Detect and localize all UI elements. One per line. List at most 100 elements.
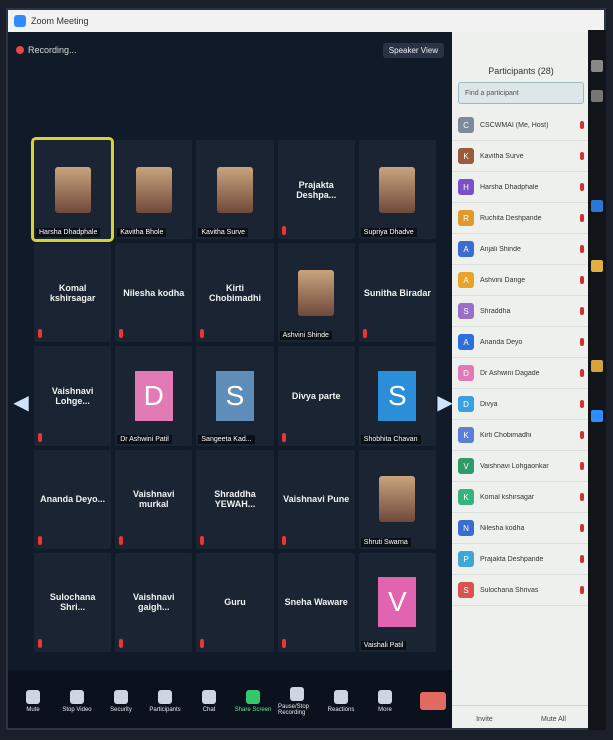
participant-row[interactable]: N Nilesha kodha <box>452 513 590 544</box>
mute-button[interactable]: Mute <box>14 689 52 713</box>
participant-row[interactable]: K Kirti Chobimadhi <box>452 420 590 451</box>
participant-tile[interactable]: Sulochana Shri... <box>34 552 112 652</box>
security-button[interactable]: Security <box>102 689 140 713</box>
participant-row[interactable]: A Ashvini Dange <box>452 265 590 296</box>
task-view-icon[interactable] <box>591 90 603 102</box>
toolbar-label: Stop Video <box>62 706 92 713</box>
participant-tile[interactable]: S Sangeeta Kad... <box>196 346 274 446</box>
avatar: A <box>458 241 474 257</box>
zoom-window: Zoom Meeting Recording... Speaker View ◀… <box>6 8 606 730</box>
participant-tile[interactable]: V Vaishali Patil <box>358 552 436 652</box>
participant-tile[interactable]: Vaishnavi Lohge... <box>34 346 112 446</box>
pause-stop-recording-button[interactable]: Pause/Stop Recording <box>278 686 316 716</box>
muted-mic-icon[interactable] <box>580 493 584 501</box>
participant-tile[interactable]: Harsha Dhadphale <box>30 136 115 243</box>
toolbar-label: Reactions <box>327 706 355 713</box>
participant-name: Nilesha kodha <box>123 287 185 298</box>
avatar: K <box>458 427 474 443</box>
participant-row[interactable]: D Dr Ashwini Dagade <box>452 358 590 389</box>
stop-video-icon <box>70 689 84 704</box>
participants-panel: Participants (28) Find a participant C CS… <box>452 32 590 728</box>
reactions-button[interactable]: Reactions <box>322 689 360 713</box>
participant-tile[interactable]: Vaishnavi murkal <box>115 449 193 549</box>
toolbar-label: Participants <box>149 706 181 713</box>
participant-tile[interactable]: Komal kshirsagar <box>34 243 112 343</box>
muted-mic-icon[interactable] <box>580 369 584 377</box>
muted-mic-icon[interactable] <box>580 555 584 563</box>
muted-mic-icon[interactable] <box>580 245 584 253</box>
muted-mic-icon[interactable] <box>580 276 584 284</box>
participant-tile[interactable]: Kavitha Surve <box>196 140 274 240</box>
next-page-arrow[interactable]: ▶ <box>437 387 452 417</box>
participant-avatar: S <box>215 370 254 421</box>
participant-search-input[interactable]: Find a participant <box>458 82 584 104</box>
chat-button[interactable]: Chat <box>190 689 228 713</box>
mute-all-button[interactable]: Mute All <box>541 716 566 723</box>
participant-row[interactable]: A Anjali Shinde <box>452 234 590 265</box>
zoom-taskbar-icon[interactable] <box>591 410 603 422</box>
muted-mic-icon[interactable] <box>580 400 584 408</box>
participant-tile[interactable]: Guru <box>196 552 274 652</box>
participant-row-name: Harsha Dhadphale <box>480 183 539 191</box>
more-icon <box>378 689 392 704</box>
participant-row-name: Kavitha Surve <box>480 152 524 160</box>
participants-button[interactable]: Participants <box>146 689 184 713</box>
participant-row[interactable]: R Ruchita Deshpande <box>452 203 590 234</box>
muted-mic-icon[interactable] <box>580 431 584 439</box>
participant-tile[interactable]: Supriya Dhadve <box>358 140 436 240</box>
avatar: K <box>458 148 474 164</box>
participants-icon <box>158 689 172 704</box>
participant-tile[interactable]: Shruti Swarna <box>358 449 436 549</box>
participant-row[interactable]: K Komal kshirsagar <box>452 482 590 513</box>
share-screen-button[interactable]: Share Screen <box>234 689 272 713</box>
file-explorer-icon[interactable] <box>591 260 603 272</box>
participant-tile[interactable]: Prajakta Deshpa... <box>277 140 355 240</box>
invite-button[interactable]: Invite <box>476 716 493 723</box>
previous-page-arrow[interactable]: ◀ <box>13 387 28 417</box>
chrome-icon[interactable] <box>591 360 603 372</box>
muted-mic-icon <box>281 432 286 442</box>
muted-mic-icon[interactable] <box>580 307 584 315</box>
muted-mic-icon[interactable] <box>580 524 584 532</box>
search-icon[interactable] <box>591 60 603 72</box>
participant-row[interactable]: S Sulochana Shrivas <box>452 575 590 606</box>
participant-tile[interactable]: D Dr Ashwini Patil <box>115 346 193 446</box>
participant-row[interactable]: P Prajakta Deshpande <box>452 544 590 575</box>
participant-tile[interactable]: Vaishnavi Pune <box>277 449 355 549</box>
participant-tile[interactable]: Sneha Waware <box>277 552 355 652</box>
speaker-view-button[interactable]: Speaker View <box>382 42 444 58</box>
muted-mic-icon[interactable] <box>580 462 584 470</box>
mute-icon <box>26 689 40 704</box>
muted-mic-icon[interactable] <box>580 586 584 594</box>
participant-name: Guru <box>224 597 246 608</box>
participant-row[interactable]: S Shraddha <box>452 296 590 327</box>
participant-tile[interactable]: Shraddha YEWAH... <box>196 449 274 549</box>
muted-mic-icon[interactable] <box>580 214 584 222</box>
muted-mic-icon[interactable] <box>580 338 584 346</box>
participant-tile[interactable]: Kavitha Bhole <box>115 140 193 240</box>
end-meeting-button[interactable] <box>420 692 446 710</box>
participant-row[interactable]: A Ananda Deyo <box>452 327 590 358</box>
participant-tile[interactable]: Ashvini Shinde <box>277 243 355 343</box>
participant-row[interactable]: K Kavitha Surve <box>452 141 590 172</box>
participant-row[interactable]: H Harsha Dhadphale <box>452 172 590 203</box>
participant-row[interactable]: C CSCWMAI (Me, Host) <box>452 110 590 141</box>
edge-browser-icon[interactable] <box>591 200 603 212</box>
meeting-area: Recording... Speaker View ◀ ▶ Harsha Dha… <box>8 32 453 728</box>
muted-mic-icon[interactable] <box>580 152 584 160</box>
participant-tile[interactable]: Ananda Deyo... <box>34 449 112 549</box>
participant-name: Shraddha YEWAH... <box>214 489 256 510</box>
participant-tile[interactable]: Nilesha kodha <box>115 243 193 343</box>
participant-tile[interactable]: Vaishnavi gaigh... <box>115 552 193 652</box>
participant-tile[interactable]: S Shobhita Chavan <box>358 346 436 446</box>
participant-row[interactable]: V Vaishnavi Lohgaonkar <box>452 451 590 482</box>
muted-mic-icon[interactable] <box>580 183 584 191</box>
participant-tile[interactable]: Divya parte <box>277 346 355 446</box>
participant-tile[interactable]: Sunitha Biradar <box>358 243 436 343</box>
participant-row[interactable]: D Divya <box>452 389 590 420</box>
muted-mic-icon[interactable] <box>580 121 584 129</box>
stop-video-button[interactable]: Stop Video <box>58 689 96 713</box>
more-button[interactable]: More <box>366 689 404 713</box>
participant-tile[interactable]: Kirti Chobimadhi <box>196 243 274 343</box>
participant-row-name: Ananda Deyo <box>480 338 523 346</box>
